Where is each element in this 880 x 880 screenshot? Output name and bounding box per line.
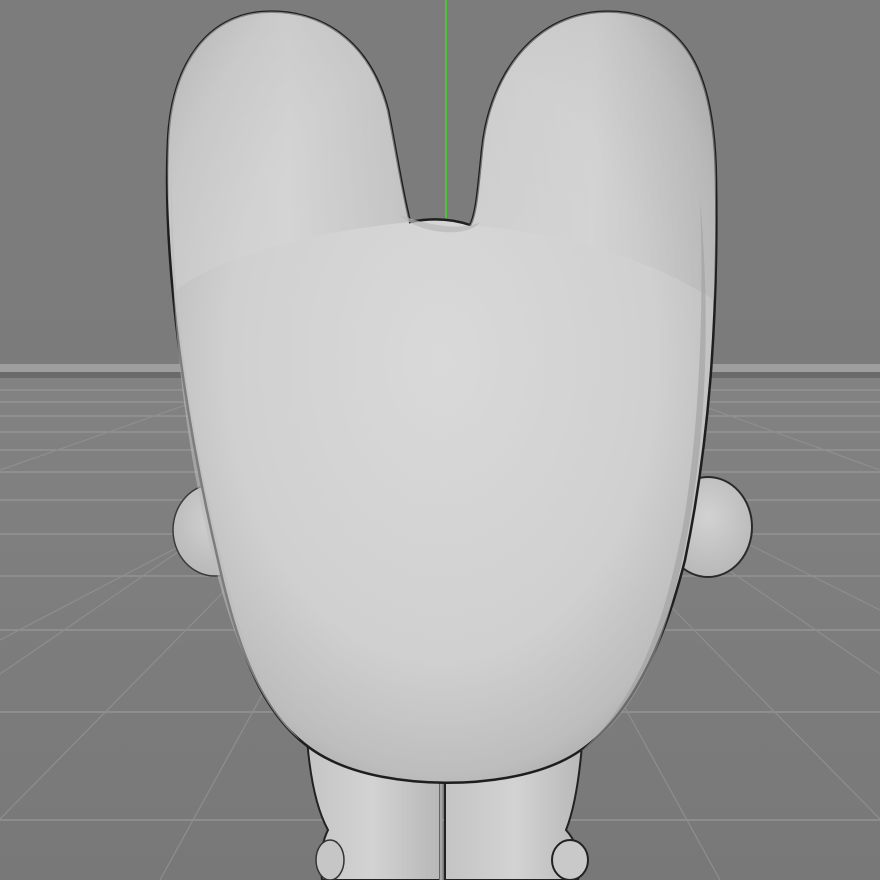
3d-viewport[interactable] [0, 0, 880, 880]
viewport-canvas[interactable] [0, 0, 880, 880]
